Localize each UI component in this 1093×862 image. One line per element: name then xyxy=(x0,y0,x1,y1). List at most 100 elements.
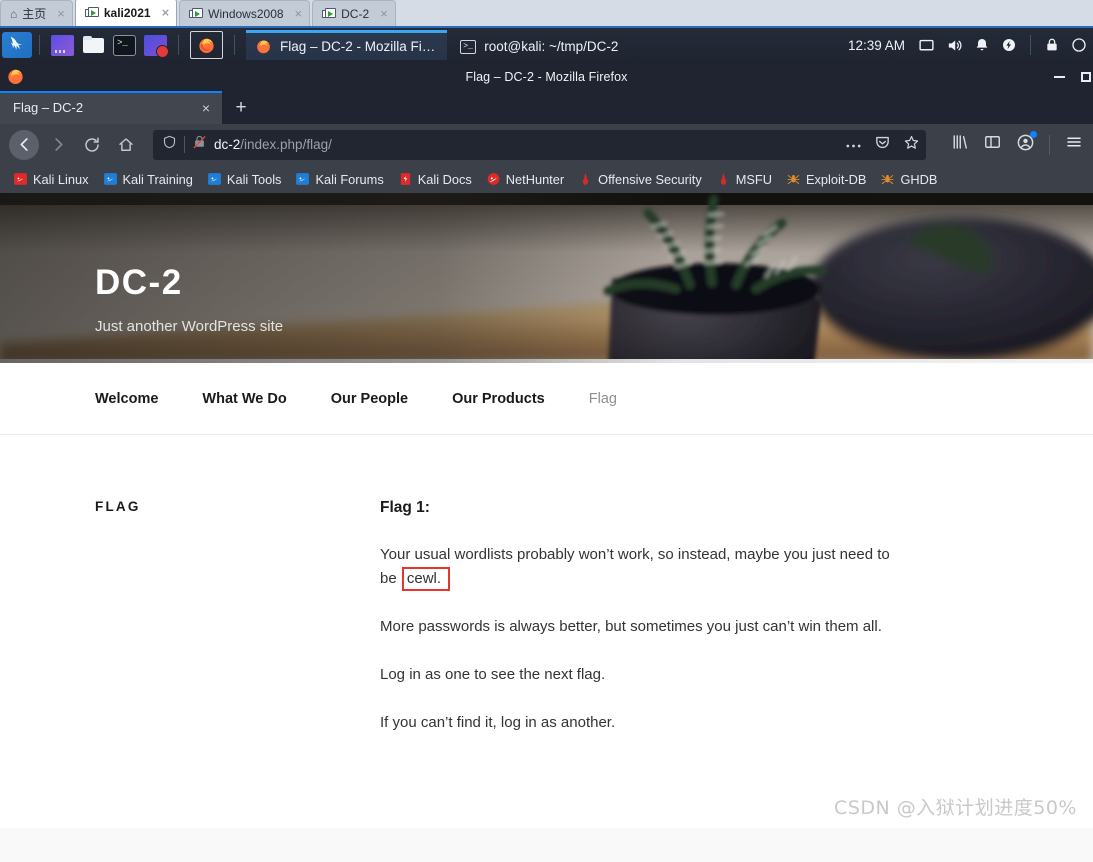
bookmark-label: Kali Training xyxy=(122,171,193,187)
web-page-content: DC-2 Just another WordPress site Welcome… xyxy=(0,193,1093,828)
offensive-security-icon xyxy=(716,172,731,186)
account-avatar-icon[interactable] xyxy=(1016,130,1037,157)
taskbar-window-firefox[interactable]: Flag – DC-2 - Mozilla Fi… xyxy=(246,30,448,60)
terminal-icon[interactable] xyxy=(113,34,136,56)
clock[interactable]: 12:39 AM xyxy=(848,38,905,53)
close-icon[interactable]: × xyxy=(57,6,65,21)
taskbar-window-label: Flag – DC-2 - Mozilla Fi… xyxy=(280,39,436,54)
reload-button[interactable] xyxy=(77,130,107,160)
volume-icon[interactable] xyxy=(946,37,963,54)
bookmark-exploit-db[interactable]: Exploit-DB xyxy=(779,168,873,190)
url-text[interactable]: dc-2/index.php/flag/ xyxy=(214,137,832,152)
site-navigation: Welcome What We Do Our People Our Produc… xyxy=(0,363,1093,435)
maximize-icon[interactable] xyxy=(1081,71,1091,82)
nav-item-what-we-do[interactable]: What We Do xyxy=(202,391,286,407)
offensive-security-icon xyxy=(578,172,593,186)
nav-item-flag[interactable]: Flag xyxy=(589,391,617,407)
firefox-icon xyxy=(6,67,25,89)
bookmark-star-icon[interactable] xyxy=(903,134,920,156)
vmware-tab-kali2021[interactable]: kali2021 × xyxy=(74,0,178,26)
article-paragraph-2: More passwords is always better, but som… xyxy=(380,618,882,635)
screen-recorder-icon[interactable] xyxy=(144,34,169,58)
workspace-switcher-icon[interactable] xyxy=(51,34,74,56)
notification-bell-icon[interactable] xyxy=(974,37,990,53)
bookmark-label: Kali Forums xyxy=(315,171,384,187)
close-icon[interactable]: × xyxy=(295,6,303,21)
nav-item-welcome[interactable]: Welcome xyxy=(95,391,158,407)
nethunter-icon xyxy=(486,172,501,186)
system-tray: 12:39 AM xyxy=(848,35,1093,55)
taskbar-divider xyxy=(178,35,179,55)
toolbar-right-buttons xyxy=(936,130,1084,157)
hero-text: DC-2 Just another WordPress site xyxy=(95,262,283,335)
window-controls xyxy=(1054,62,1091,91)
highlight-cewl: cewl. xyxy=(401,567,451,591)
site-title: DC-2 xyxy=(95,262,183,302)
vm-screen-icon xyxy=(189,7,204,20)
taskbar-window-terminal[interactable]: >_ root@kali: ~/tmp/DC-2 xyxy=(451,30,630,60)
hamburger-menu-icon[interactable] xyxy=(1064,133,1084,156)
bookmark-label: Kali Linux xyxy=(33,171,89,187)
url-path: /index.php/flag/ xyxy=(240,137,332,152)
bookmark-kali-docs[interactable]: Kali Docs xyxy=(391,168,479,190)
vmware-tab-label: Windows2008 xyxy=(208,6,284,21)
bookmark-kali-forums[interactable]: Kali Forums xyxy=(288,168,390,190)
site-hero: DC-2 Just another WordPress site xyxy=(0,193,1093,363)
bookmark-msfu[interactable]: MSFU xyxy=(709,168,779,190)
bookmark-label: Exploit-DB xyxy=(806,171,867,187)
vm-screen-icon xyxy=(322,7,337,20)
firefox-launcher-icon[interactable] xyxy=(190,31,223,59)
nav-item-our-people[interactable]: Our People xyxy=(331,391,408,407)
browser-tab-label: Flag – DC-2 xyxy=(13,100,84,115)
article: Flag 1: Your usual wordlists probably wo… xyxy=(380,499,920,759)
home-icon: ⌂ xyxy=(10,6,18,21)
power-icon[interactable] xyxy=(1001,37,1017,53)
vmware-tab-home[interactable]: ⌂ 主页 × xyxy=(0,0,73,26)
library-icon[interactable] xyxy=(950,133,969,156)
kali-menu-icon[interactable] xyxy=(2,32,32,58)
tracking-protection-shield-icon[interactable] xyxy=(162,134,177,155)
bookmark-kali-training[interactable]: Kali Training xyxy=(96,168,200,190)
vm-screen-icon xyxy=(84,6,99,19)
kali-docs-icon xyxy=(398,172,413,186)
urlbar-divider xyxy=(184,136,185,153)
user-icon[interactable] xyxy=(1071,37,1087,53)
forward-button[interactable] xyxy=(43,130,73,160)
bookmark-offensive-security[interactable]: Offensive Security xyxy=(571,168,709,190)
url-host: dc-2 xyxy=(214,137,241,152)
insecure-connection-icon[interactable] xyxy=(192,134,207,155)
page-heading: FLAG xyxy=(95,499,141,514)
vmware-tab-windows2008[interactable]: Windows2008 × xyxy=(179,0,311,26)
display-icon[interactable] xyxy=(918,37,935,54)
page-sidebar: FLAG xyxy=(0,499,380,759)
close-icon[interactable]: × xyxy=(162,5,170,20)
lock-icon[interactable] xyxy=(1044,37,1060,53)
watermark: CSDN @入狱计划进度50% xyxy=(834,797,1077,819)
bookmark-ghdb[interactable]: GHDB xyxy=(873,168,944,190)
bookmark-kali-tools[interactable]: Kali Tools xyxy=(200,168,289,190)
minimize-icon[interactable] xyxy=(1054,75,1065,78)
new-tab-button[interactable]: + xyxy=(222,91,260,124)
kali-blue-icon xyxy=(207,172,222,186)
vmware-tab-dc-2[interactable]: DC-2 × xyxy=(312,0,396,26)
bookmark-kali-linux[interactable]: Kali Linux xyxy=(6,168,96,190)
vmware-tab-label: 主页 xyxy=(22,7,47,21)
close-icon[interactable]: × xyxy=(198,100,214,116)
address-bar[interactable]: dc-2/index.php/flag/ xyxy=(153,129,926,160)
sidebar-icon[interactable] xyxy=(983,133,1002,156)
back-button[interactable] xyxy=(9,129,39,160)
close-icon[interactable]: × xyxy=(380,6,388,21)
home-button[interactable] xyxy=(111,130,141,160)
pocket-icon[interactable] xyxy=(874,134,891,156)
nav-item-our-products[interactable]: Our Products xyxy=(452,391,545,407)
article-paragraph-1: Your usual wordlists probably won’t work… xyxy=(380,543,908,591)
bookmark-nethunter[interactable]: NetHunter xyxy=(479,168,571,190)
bookmark-label: MSFU xyxy=(735,171,772,187)
browser-tab-flag-dc-2[interactable]: Flag – DC-2 × xyxy=(0,91,222,124)
page-actions-ellipsis-icon[interactable] xyxy=(845,136,862,154)
file-manager-icon[interactable] xyxy=(82,35,105,56)
exploit-db-spider-icon xyxy=(880,172,895,186)
taskbar-divider xyxy=(39,35,40,55)
bookmark-label: Offensive Security xyxy=(598,171,702,187)
firefox-window: Flag – DC-2 - Mozilla Firefox Flag – DC-… xyxy=(0,62,1093,862)
